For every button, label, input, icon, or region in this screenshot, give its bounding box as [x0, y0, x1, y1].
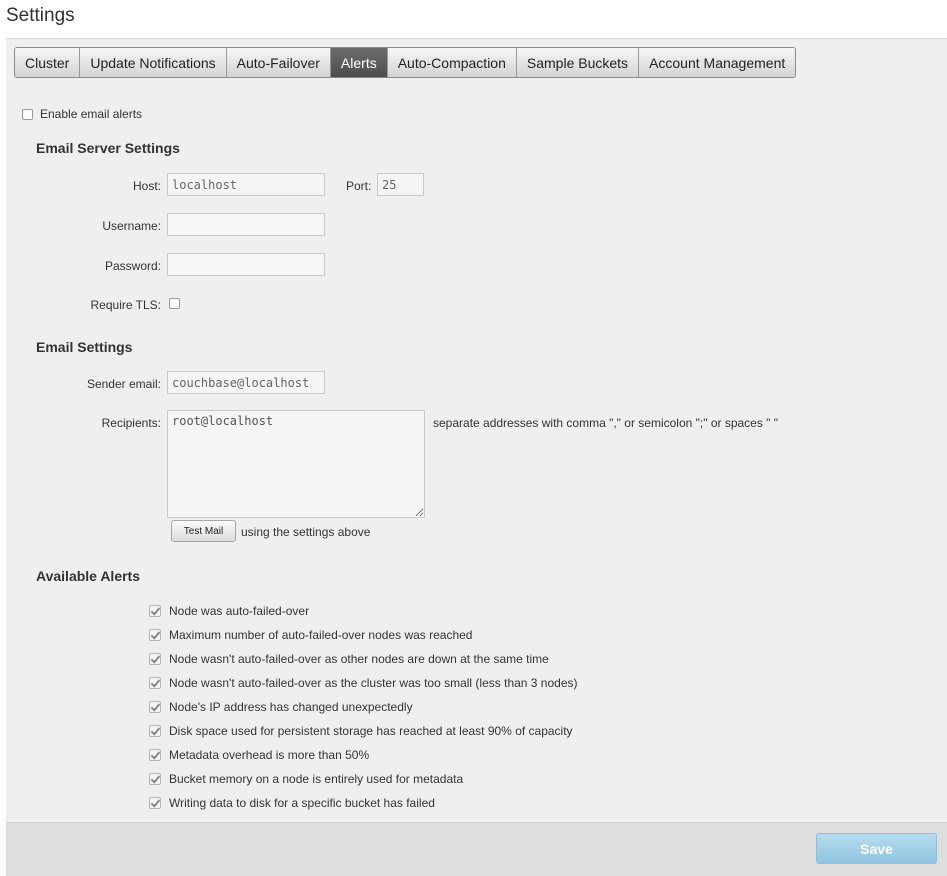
alert-checkbox[interactable] — [149, 605, 161, 617]
alert-item[interactable]: Node was auto-failed-over — [149, 604, 309, 618]
alert-label: Node's IP address has changed unexpected… — [169, 700, 413, 714]
tab-auto-compaction[interactable]: Auto-Compaction — [387, 48, 517, 77]
alert-label: Bucket memory on a node is entirely used… — [169, 772, 464, 786]
alert-item[interactable]: Node wasn't auto-failed-over as the clus… — [149, 676, 578, 690]
settings-footer: Save — [6, 822, 947, 876]
alert-checkbox[interactable] — [149, 749, 161, 761]
require-tls-label: Require TLS: — [90, 298, 161, 312]
tab-auto-failover[interactable]: Auto-Failover — [226, 48, 331, 77]
alert-label: Node wasn't auto-failed-over as the clus… — [169, 676, 578, 690]
enable-alerts-row: Enable email alerts — [22, 107, 142, 121]
host-label: Host: — [132, 179, 161, 193]
alert-label: Writing data to disk for a specific buck… — [169, 796, 435, 810]
tab-update-notifications[interactable]: Update Notifications — [80, 48, 227, 77]
password-input[interactable] — [167, 253, 325, 276]
alert-label: Node wasn't auto-failed-over as other no… — [169, 652, 549, 666]
save-button[interactable]: Save — [816, 833, 937, 864]
alert-label: Node was auto-failed-over — [169, 604, 310, 618]
alert-item[interactable]: Metadata overhead is more than 50% — [149, 748, 369, 762]
username-input[interactable] — [167, 213, 325, 236]
tab-account-management[interactable]: Account Management — [639, 48, 796, 77]
port-input[interactable]: 25 — [377, 173, 424, 196]
host-input[interactable]: localhost — [167, 173, 325, 196]
page-title: Settings — [6, 5, 75, 26]
alert-checkbox[interactable] — [149, 701, 161, 713]
alert-checkbox[interactable] — [149, 725, 161, 737]
settings-panel: Cluster Update Notifications Auto-Failov… — [6, 38, 947, 876]
tab-sample-buckets[interactable]: Sample Buckets — [516, 48, 640, 77]
settings-tabbar: Cluster Update Notifications Auto-Failov… — [14, 47, 797, 78]
test-mail-button[interactable]: Test Mail — [171, 520, 236, 542]
alert-label: Disk space used for persistent storage h… — [169, 724, 573, 738]
alert-item[interactable]: Maximum number of auto-failed-over nodes… — [149, 628, 472, 642]
alert-item[interactable]: Node wasn't auto-failed-over as other no… — [149, 652, 549, 666]
test-mail-hint: using the settings above — [241, 525, 371, 539]
enable-alerts-checkbox[interactable] — [22, 108, 33, 120]
sender-email-label: Sender email: — [86, 377, 161, 391]
alert-checkbox[interactable] — [149, 653, 161, 665]
available-alerts-heading: Available Alerts — [36, 568, 141, 584]
alert-item[interactable]: Bucket memory on a node is entirely used… — [149, 772, 463, 786]
alert-item[interactable]: Node's IP address has changed unexpected… — [149, 700, 413, 714]
email-server-heading: Email Server Settings — [36, 140, 180, 156]
sender-email-input[interactable]: couchbase@localhost — [167, 371, 325, 394]
alert-checkbox[interactable] — [149, 773, 161, 785]
alert-item[interactable]: Writing data to disk for a specific buck… — [149, 796, 435, 810]
tab-cluster[interactable]: Cluster — [15, 48, 81, 77]
tab-alerts[interactable]: Alerts — [330, 48, 388, 77]
email-settings-heading: Email Settings — [36, 339, 133, 355]
recipients-hint: separate addresses with comma "," or sem… — [433, 416, 779, 430]
alert-item[interactable]: Disk space used for persistent storage h… — [149, 724, 573, 738]
password-label: Password: — [104, 259, 161, 273]
alert-label: Metadata overhead is more than 50% — [169, 748, 370, 762]
alert-checkbox[interactable] — [149, 629, 161, 641]
alert-checkbox[interactable] — [149, 797, 161, 809]
recipients-label: Recipients: — [101, 416, 161, 430]
recipients-textarea[interactable]: root@localhost — [167, 410, 425, 518]
port-label: Port: — [346, 179, 372, 193]
username-label: Username: — [102, 219, 161, 233]
alert-checkbox[interactable] — [149, 677, 161, 689]
require-tls-checkbox[interactable] — [169, 298, 180, 309]
alert-label: Maximum number of auto-failed-over nodes… — [169, 628, 473, 642]
enable-alerts-label: Enable email alerts — [40, 107, 143, 121]
